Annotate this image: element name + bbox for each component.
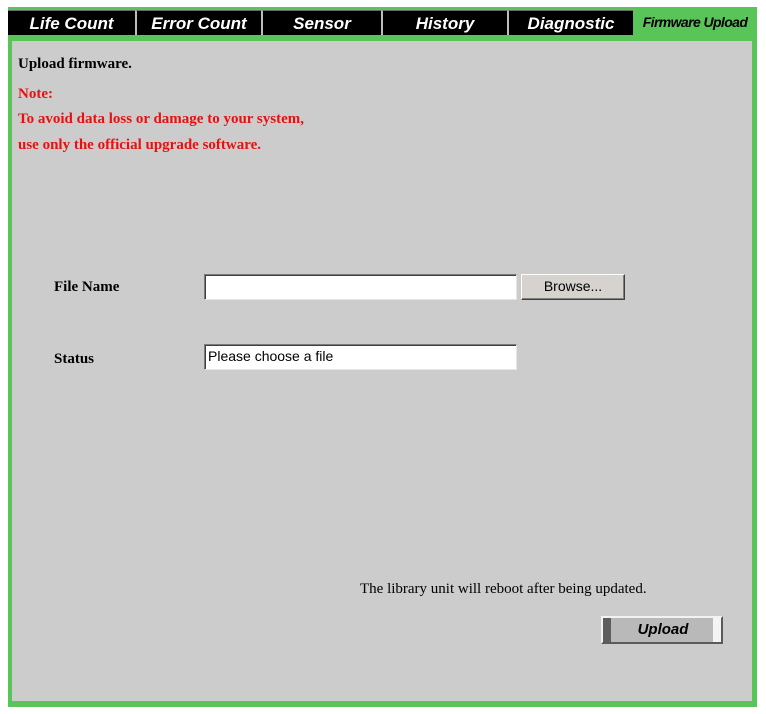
tab-sensor[interactable]: Sensor [261,10,381,35]
upload-button-right-bevel [713,618,721,642]
upload-button[interactable]: Upload [601,616,723,644]
note-label: Note: [18,86,53,102]
tab-history[interactable]: History [381,10,507,35]
content-panel: Upload firmware. Note: To avoid data los… [12,41,752,701]
status-label: Status [54,351,95,367]
tab-error-count[interactable]: Error Count [135,10,261,35]
file-name-field[interactable] [204,274,517,300]
file-name-label: File Name [54,279,120,295]
browse-button[interactable]: Browse... [521,274,625,300]
tab-diagnostic[interactable]: Diagnostic [507,10,633,35]
status-field: Please choose a file [204,344,517,370]
note-line-2: use only the official upgrade software. [18,137,262,153]
tab-life-count[interactable]: Life Count [8,10,135,35]
tab-firmware-upload[interactable]: Firmware Upload [633,10,757,35]
reboot-notice: The library unit will reboot after being… [360,581,647,597]
note-line-1: To avoid data loss or damage to your sys… [18,111,304,127]
page-heading: Upload firmware. [18,56,132,72]
upload-button-left-bevel [603,618,611,642]
app-frame: Life Count Error Count Sensor History Di… [8,7,757,707]
upload-button-label: Upload [637,621,689,638]
tab-bar: Life Count Error Count Sensor History Di… [8,7,757,39]
